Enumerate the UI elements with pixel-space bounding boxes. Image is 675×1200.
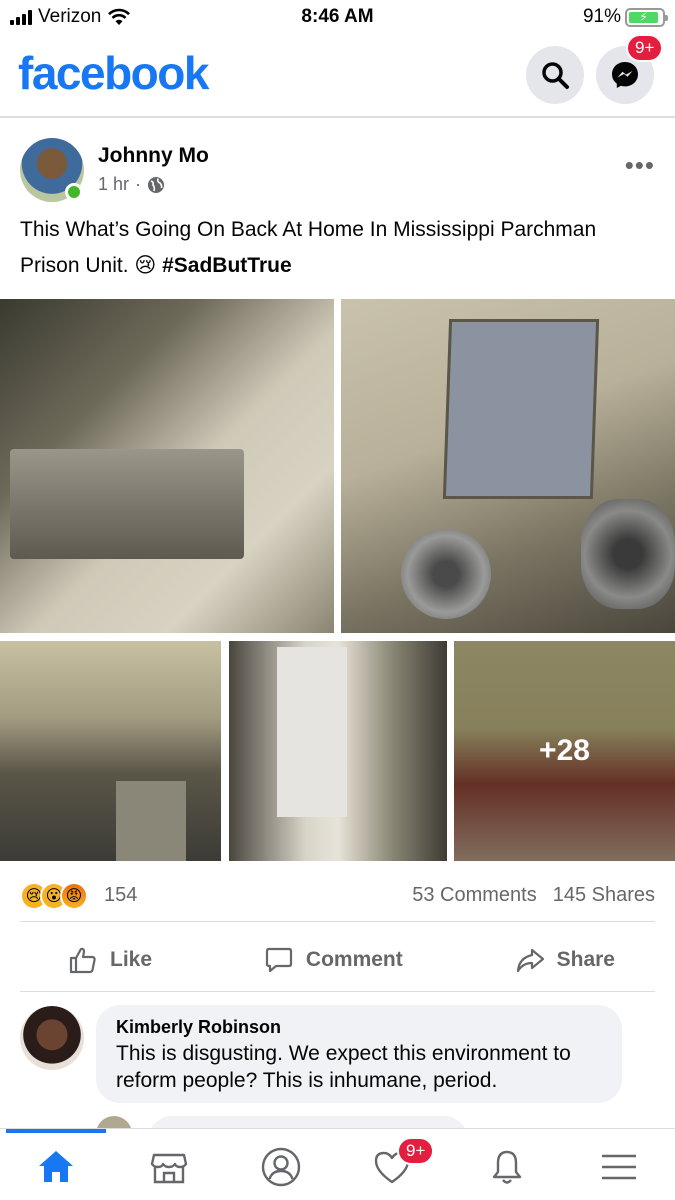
photo-detail bbox=[401, 529, 491, 619]
messenger-button[interactable]: 9+ bbox=[596, 34, 664, 104]
angry-reaction-icon: 😡 bbox=[60, 882, 88, 910]
comment-text: This is disgusting. We expect this envir… bbox=[116, 1042, 571, 1092]
shares-count[interactable]: 145 Shares bbox=[553, 884, 655, 907]
photo-detail bbox=[581, 499, 675, 609]
battery-percent: 91% bbox=[582, 6, 621, 27]
post-time[interactable]: 1 hr bbox=[98, 174, 129, 195]
reaction-icons[interactable]: 😢 😮 😡 bbox=[20, 882, 88, 910]
share-button[interactable]: Share bbox=[515, 945, 615, 975]
search-button[interactable] bbox=[526, 46, 584, 104]
more-photos-overlay[interactable]: +28 bbox=[454, 641, 675, 861]
post-photo-1[interactable] bbox=[0, 299, 334, 633]
battery-group: 91% ⚡ bbox=[582, 6, 668, 28]
post-body: This What’s Going On Back At Home In Mis… bbox=[20, 218, 597, 277]
post-photo-5[interactable]: +28 bbox=[454, 641, 675, 861]
more-options-icon[interactable]: ••• bbox=[625, 150, 655, 181]
online-status-dot bbox=[65, 183, 83, 201]
photo-detail bbox=[116, 781, 186, 861]
menu-icon bbox=[602, 1154, 636, 1180]
messenger-badge: 9+ bbox=[626, 34, 664, 62]
post-header: Johnny Mo 1 hr · ••• bbox=[0, 120, 675, 212]
engagement-counts: 53 Comments 145 Shares bbox=[412, 884, 655, 907]
active-tab-indicator bbox=[6, 1129, 106, 1133]
battery-fill: ⚡ bbox=[629, 10, 659, 24]
facebook-logo[interactable]: facebook bbox=[18, 46, 209, 100]
post-actions: Like Comment Share bbox=[20, 928, 655, 992]
like-button[interactable]: Like bbox=[68, 945, 152, 975]
photo-detail bbox=[442, 319, 600, 499]
nav-profile[interactable] bbox=[257, 1143, 305, 1191]
post-photo-2[interactable] bbox=[341, 299, 675, 633]
nav-menu[interactable] bbox=[595, 1143, 643, 1191]
reaction-count[interactable]: 154 bbox=[104, 884, 137, 907]
home-icon bbox=[39, 1151, 73, 1182]
battery-icon: ⚡ bbox=[625, 7, 668, 27]
like-label: Like bbox=[110, 947, 153, 971]
nav-home[interactable] bbox=[32, 1143, 80, 1191]
globe-icon bbox=[148, 176, 165, 193]
post-photo-4[interactable] bbox=[229, 641, 447, 861]
meta-separator: · bbox=[135, 174, 142, 194]
post-meta: 1 hr · bbox=[98, 174, 165, 195]
marketplace-icon bbox=[150, 1153, 188, 1184]
comments-count[interactable]: 53 Comments bbox=[412, 884, 537, 907]
commenter-avatar[interactable] bbox=[20, 1006, 84, 1070]
post-author-name[interactable]: Johnny Mo bbox=[98, 144, 209, 168]
post-text: This What’s Going On Back At Home In Mis… bbox=[20, 212, 660, 284]
comment-label: Comment bbox=[305, 947, 403, 971]
photo-detail bbox=[277, 647, 347, 817]
share-label: Share bbox=[556, 947, 615, 971]
share-icon bbox=[516, 948, 544, 972]
post-photo-3[interactable] bbox=[0, 641, 221, 861]
comment-author[interactable]: Kimberly Robinson bbox=[116, 1017, 602, 1038]
more-photos-count: +28 bbox=[539, 734, 590, 767]
bell-icon bbox=[492, 1150, 522, 1184]
photo-detail bbox=[10, 449, 244, 559]
search-icon bbox=[542, 62, 569, 89]
bottom-nav: 9+ bbox=[0, 1128, 675, 1200]
thumbs-up-icon bbox=[69, 947, 96, 973]
comment-button[interactable]: Comment bbox=[264, 945, 403, 975]
profile-icon bbox=[261, 1147, 301, 1187]
comment-bubble[interactable]: Kimberly Robinson This is disgusting. We… bbox=[96, 1005, 622, 1103]
dating-badge: 9+ bbox=[397, 1137, 435, 1165]
comment-icon bbox=[265, 947, 293, 972]
status-bar: Verizon 8:46 AM 91% ⚡ bbox=[0, 0, 675, 36]
clock: 8:46 AM bbox=[301, 6, 374, 27]
nav-marketplace[interactable] bbox=[145, 1143, 193, 1191]
app-header: facebook 9+ bbox=[0, 34, 675, 118]
nav-notifications[interactable] bbox=[483, 1143, 531, 1191]
reactions-bar: 😢 😮 😡 154 53 Comments 145 Shares bbox=[20, 870, 655, 922]
messenger-icon bbox=[612, 62, 638, 88]
post-hashtag[interactable]: #SadButTrue bbox=[162, 254, 292, 277]
